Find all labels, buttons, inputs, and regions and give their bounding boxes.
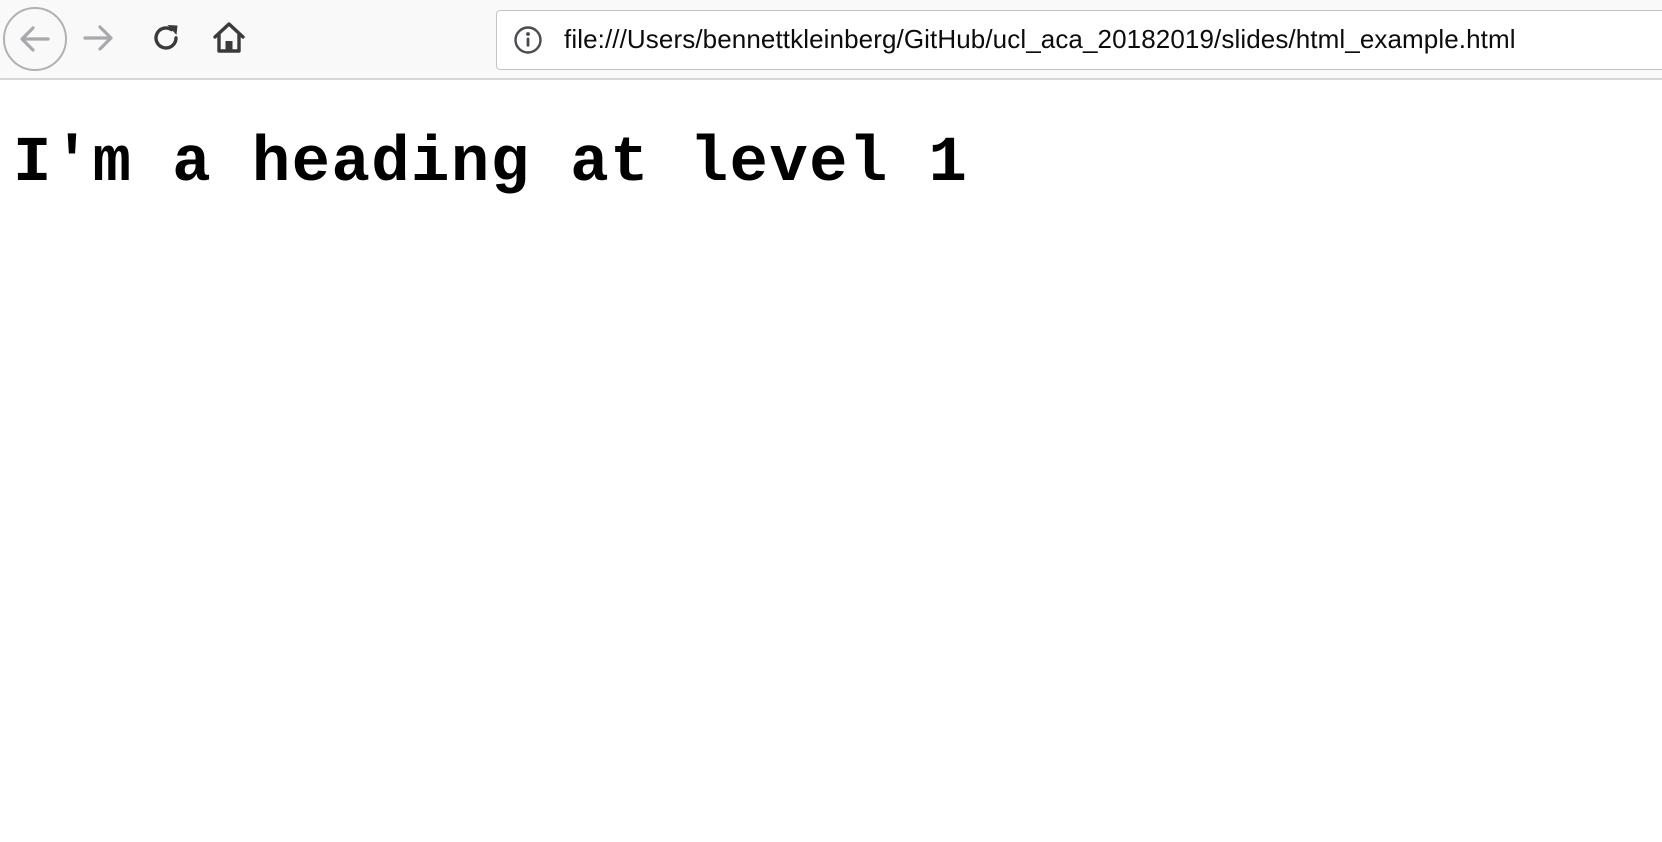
- forward-button[interactable]: [76, 16, 120, 60]
- page-heading: I'm a heading at level 1: [13, 128, 969, 200]
- arrow-left-icon: [20, 26, 50, 52]
- url-text[interactable]: file:///Users/bennettkleinberg/GitHub/uc…: [564, 11, 1516, 68]
- reload-icon: [154, 25, 178, 50]
- info-icon[interactable]: [513, 25, 543, 55]
- browser-window: file:///Users/bennettkleinberg/GitHub/uc…: [0, 0, 1662, 842]
- reload-button[interactable]: [144, 16, 188, 60]
- page-content: I'm a heading at level 1: [0, 80, 1662, 842]
- back-button[interactable]: [3, 7, 67, 71]
- url-bar[interactable]: file:///Users/bennettkleinberg/GitHub/uc…: [496, 10, 1662, 70]
- home-button[interactable]: [207, 16, 251, 60]
- home-icon: [213, 22, 245, 53]
- arrow-right-icon: [83, 25, 113, 51]
- browser-toolbar: file:///Users/bennettkleinberg/GitHub/uc…: [0, 0, 1662, 80]
